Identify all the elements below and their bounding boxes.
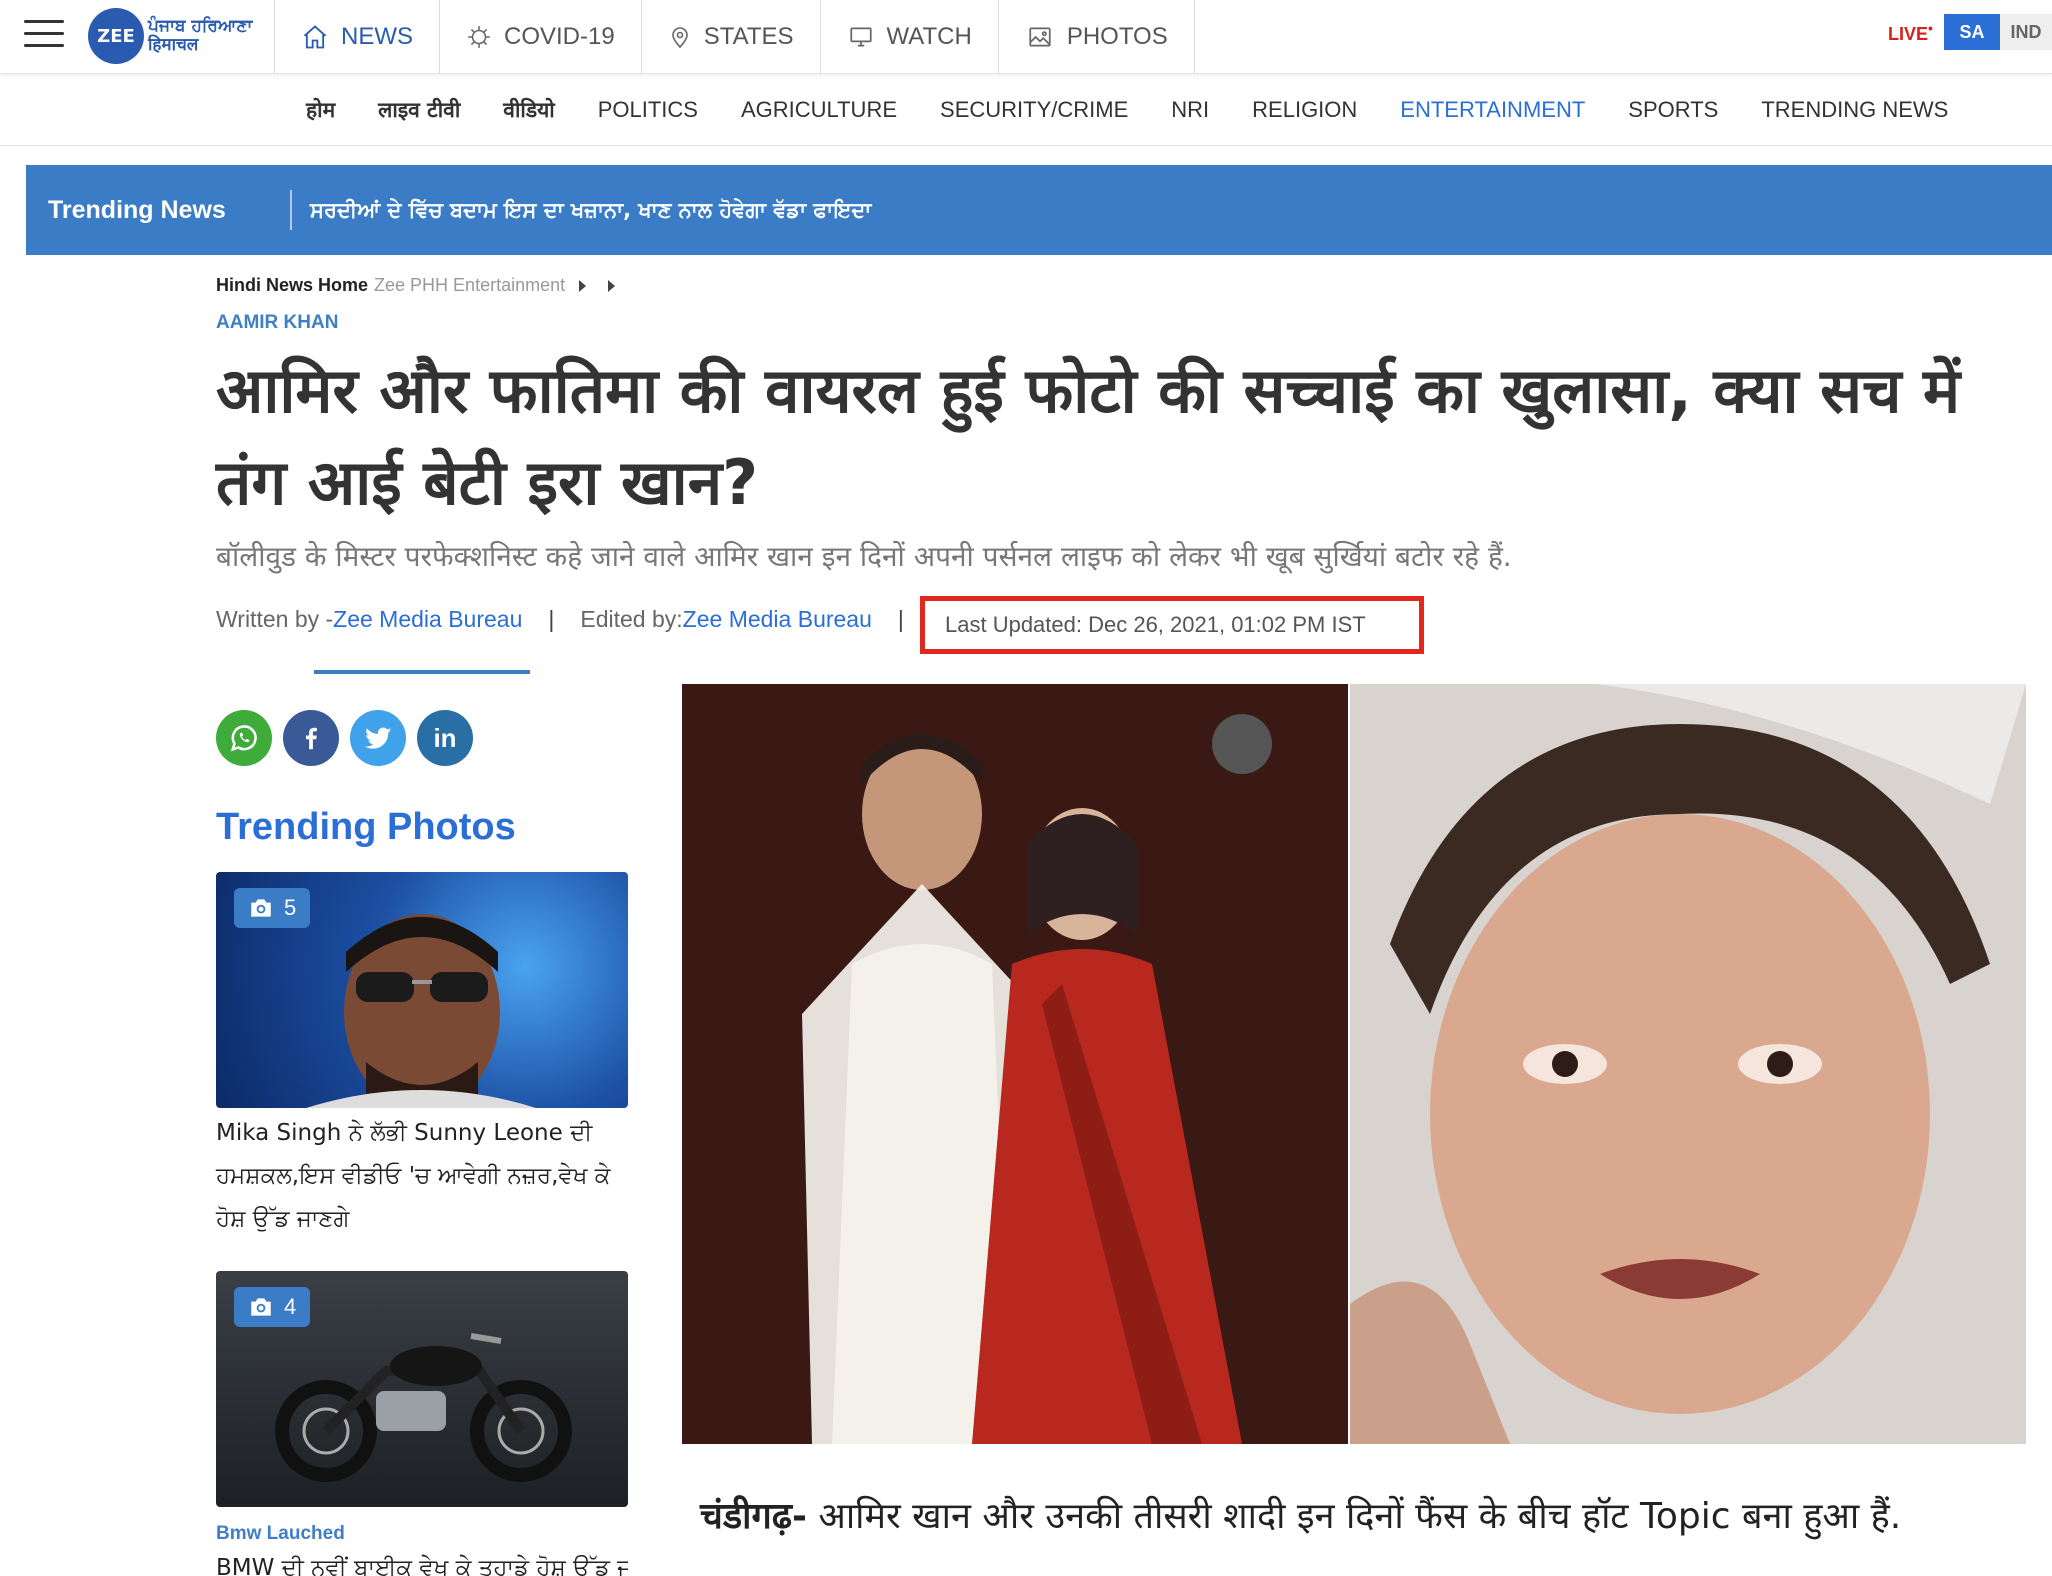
photo-card-caption[interactable]: Mika Singh ਨੇ ਲੱਭੀ Sunny Leone ਦੀ ਹਮਸ਼ਕਲ… [216, 1112, 628, 1241]
dateline: चंडीगढ़- [700, 1496, 807, 1537]
photo-thumbnail[interactable]: 4 [216, 1271, 628, 1507]
nav-watch[interactable]: WATCH [819, 0, 998, 74]
twitter-icon[interactable] [350, 710, 406, 766]
author-link[interactable]: Zee Media Bureau [333, 606, 522, 633]
monitor-icon [849, 27, 872, 47]
trending-photos-heading: Trending Photos [216, 806, 516, 848]
breadcrumb: Hindi News Home Zee PHH Entertainment [216, 275, 616, 296]
share-icons: in [216, 710, 484, 766]
hero-photo-left [682, 684, 1348, 1444]
logo-text: ਪੰਜਾਬ ਹਰਿਆਣਾ हिमाचल [148, 16, 253, 55]
whatsapp-icon[interactable] [216, 710, 272, 766]
chevron-right-icon [608, 279, 616, 292]
trending-photo-card[interactable]: 4 Bmw Lauched BMW ਦੀ ਨਵੀਂ ਬਾਈਕ ਵੇਖ ਕੇ ਤੁ… [216, 1271, 628, 1576]
photo-card-tag[interactable]: Bmw Lauched [216, 1523, 628, 1545]
subnav-trending-news[interactable]: TRENDING NEWS [1761, 97, 1948, 123]
trending-headline-link[interactable]: ਸਰਦੀਆਂ ਦੇ ਵਿੱਚ ਬਦਾਮ ਇਸ ਦਾ ਖਜ਼ਾਨਾ, ਖਾਣ ਨਾ… [292, 198, 871, 223]
article-hero-image [682, 684, 2026, 1444]
subnav-sports[interactable]: SPORTS [1628, 97, 1718, 123]
location-pin-icon [671, 27, 688, 49]
subnav-agriculture[interactable]: AGRICULTURE [741, 97, 897, 123]
subnav-video[interactable]: वीडियो [503, 96, 554, 124]
breadcrumb-section[interactable]: Zee PHH Entertainment [374, 275, 565, 296]
article-body-first-line: चंडीगढ़- आमिर खान और उनकी तीसरी शादी इन … [700, 1496, 1902, 1537]
subnav-home[interactable]: होम [306, 96, 335, 124]
last-updated-text: Last Updated: Dec 26, 2021, 01:02 PM IST [945, 612, 1366, 637]
photo-count-badge: 4 [234, 1287, 311, 1327]
home-icon [303, 25, 327, 49]
last-updated-highlight: Last Updated: Dec 26, 2021, 01:02 PM IST [920, 596, 1424, 654]
trending-news-bar: Trending News ਸਰਦੀਆਂ ਦੇ ਵਿੱਚ ਬਦਾਮ ਇਸ ਦਾ … [26, 165, 2052, 255]
photo-thumbnail[interactable]: 5 [216, 872, 628, 1108]
logo-badge: ZEE [88, 8, 144, 64]
linkedin-icon[interactable]: in [417, 710, 473, 766]
facebook-icon[interactable] [283, 710, 339, 766]
hero-photo-right [1350, 684, 2026, 1444]
top-bar: ZEE ਪੰਜਾਬ ਹਰਿਆਣਾ हिमाचल NEWS COVID-19 ST… [0, 0, 2052, 74]
editor-link[interactable]: Zee Media Bureau [683, 606, 872, 633]
lang-ind-button[interactable]: IND [2000, 14, 2052, 50]
site-logo[interactable]: ZEE ਪੰਜਾਬ ਹਰਿਆਣਾ हिमाचल [88, 8, 252, 64]
image-icon [1029, 27, 1051, 47]
sub-nav: होम लाइव टीवी वीडियो POLITICS AGRICULTUR… [0, 74, 2052, 146]
chevron-right-icon [579, 279, 587, 292]
hamburger-menu-icon[interactable] [24, 20, 64, 50]
main-nav: NEWS COVID-19 STATES WATCH PHOTOS [274, 0, 1195, 74]
article-headline: आमिर और फातिमा की वायरल हुई फोटो की सच्च… [216, 354, 1961, 519]
byline-underline [314, 670, 530, 674]
nav-news[interactable]: NEWS [274, 0, 439, 74]
trending-label: Trending News [48, 195, 226, 224]
subnav-entertainment[interactable]: ENTERTAINMENT [1400, 97, 1585, 123]
subnav-religion[interactable]: RELIGION [1252, 97, 1357, 123]
subnav-politics[interactable]: POLITICS [598, 97, 698, 123]
camera-icon [251, 899, 271, 917]
article-subtitle: बॉलीवुड के मिस्टर परफेक्शनिस्ट कहे जाने … [216, 540, 1512, 573]
live-link[interactable]: LIVE• [1888, 20, 1933, 45]
photo-card-caption[interactable]: BMW ਦੀ ਨਵੀਂ ਬਾਈਕ ਵੇਖ ਕੇ ਤੁਹਾਡੇ ਹੋਸ਼ ਉੱਡ … [216, 1547, 628, 1576]
lang-sa-button[interactable]: SA [1944, 14, 2000, 50]
camera-icon [251, 1298, 271, 1316]
nav-states[interactable]: STATES [640, 0, 820, 74]
breadcrumb-home[interactable]: Hindi News Home [216, 275, 368, 296]
subnav-nri[interactable]: NRI [1171, 97, 1209, 123]
photo-count-badge: 5 [234, 888, 311, 928]
subnav-live-tv[interactable]: लाइव टीवी [378, 96, 460, 124]
trending-photo-card[interactable]: 5 Mika Singh ਨੇ ਲੱਭੀ Sunny Leone ਦੀ ਹਮਸ਼… [216, 872, 628, 1241]
byline: Written by - Zee Media Bureau | Edited b… [216, 606, 904, 633]
article-category[interactable]: AAMIR KHAN [216, 312, 338, 334]
virus-icon [468, 26, 490, 48]
nav-photos[interactable]: PHOTOS [997, 0, 1195, 74]
nav-covid[interactable]: COVID-19 [439, 0, 641, 74]
subnav-security-crime[interactable]: SECURITY/CRIME [940, 97, 1128, 123]
